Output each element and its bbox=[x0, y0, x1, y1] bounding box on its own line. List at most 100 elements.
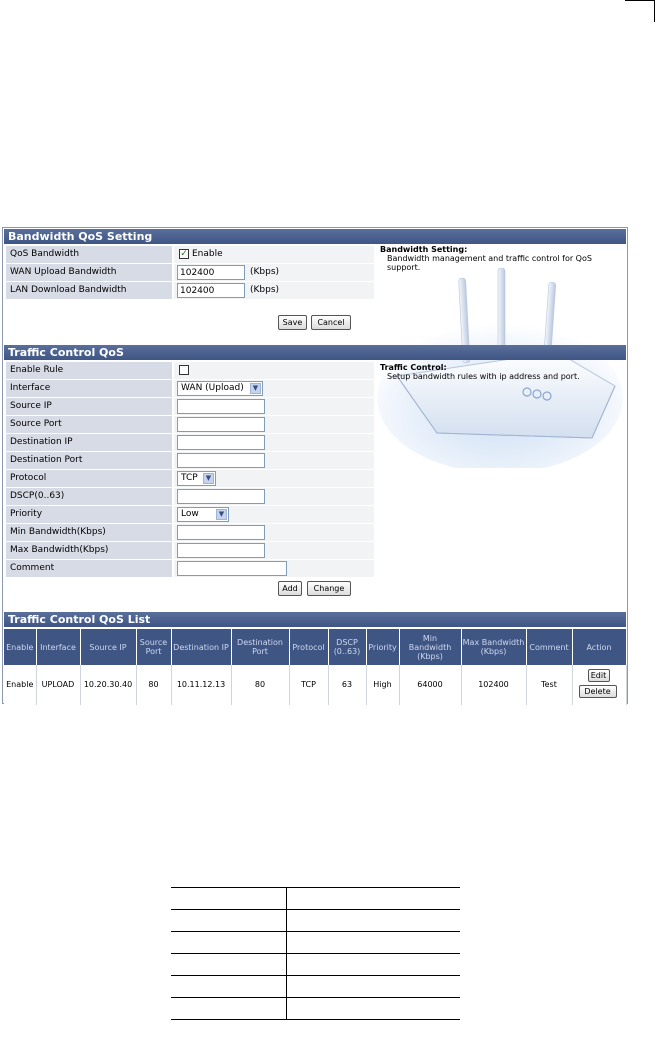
table-cell: 63 bbox=[328, 665, 367, 705]
action-cell: Edit Delete bbox=[572, 665, 627, 705]
interface-value: WAN (Upload) ▼ bbox=[174, 380, 374, 397]
source-ip-value bbox=[174, 398, 374, 415]
add-button[interactable]: Add bbox=[278, 581, 302, 596]
table-row: Enable UPLOAD 10.20.30.40 80 10.11.12.13… bbox=[4, 665, 627, 705]
bandwidth-section-title: Bandwidth QoS Setting bbox=[4, 229, 626, 244]
table-cell bbox=[171, 931, 287, 954]
protocol-row: Protocol TCP ▼ bbox=[6, 470, 374, 487]
table-row bbox=[171, 975, 460, 998]
table-row bbox=[171, 953, 460, 976]
column-header: Action bbox=[572, 629, 627, 665]
enable-rule-label: Enable Rule bbox=[6, 362, 172, 379]
column-header: Enable bbox=[4, 629, 37, 665]
chevron-down-icon: ▼ bbox=[250, 383, 261, 394]
table-row bbox=[171, 887, 460, 910]
lan-download-input[interactable] bbox=[177, 283, 245, 298]
qos-rule-table: Enable Interface Source IP Source Port D… bbox=[4, 629, 627, 705]
destination-ip-input[interactable] bbox=[177, 435, 265, 450]
max-bandwidth-input[interactable] bbox=[177, 543, 265, 558]
traffic-help: Traffic Control: Setup bandwidth rules w… bbox=[380, 363, 620, 381]
lan-unit-label: (Kbps) bbox=[250, 285, 280, 295]
table-cell bbox=[171, 909, 287, 932]
protocol-label: Protocol bbox=[6, 470, 172, 487]
dscp-value bbox=[174, 488, 374, 505]
qos-enable-label: Enable bbox=[192, 249, 223, 259]
lan-download-row: LAN Download Bandwidth (Kbps) bbox=[6, 282, 374, 299]
column-header: Destination Port bbox=[231, 629, 290, 665]
cancel-button[interactable]: Cancel bbox=[311, 315, 351, 330]
table-cell bbox=[171, 953, 287, 976]
traffic-help-text: Setup bandwidth rules with ip address an… bbox=[387, 372, 580, 381]
column-header: Source Port bbox=[136, 629, 172, 665]
lan-download-value: (Kbps) bbox=[174, 282, 374, 299]
column-header: Min Bandwidth (Kbps) bbox=[399, 629, 462, 665]
interface-selected: WAN (Upload) bbox=[181, 383, 244, 393]
interface-select[interactable]: WAN (Upload) ▼ bbox=[177, 381, 263, 396]
source-ip-input[interactable] bbox=[177, 399, 265, 414]
document-table bbox=[171, 887, 460, 1020]
table-cell: 80 bbox=[231, 665, 290, 705]
table-cell: Test bbox=[526, 665, 573, 705]
enable-rule-checkbox[interactable] bbox=[179, 365, 189, 375]
column-header: Interface bbox=[36, 629, 81, 665]
max-bandwidth-value bbox=[174, 542, 374, 559]
min-bandwidth-input[interactable] bbox=[177, 525, 265, 540]
column-header: DSCP (0..63) bbox=[328, 629, 367, 665]
qos-bandwidth-value: ✓ Enable bbox=[174, 246, 374, 263]
page-corner-mark bbox=[625, 0, 655, 22]
priority-value: Low ▼ bbox=[174, 506, 374, 523]
table-row bbox=[171, 931, 460, 954]
destination-port-input[interactable] bbox=[177, 453, 265, 468]
source-ip-label: Source IP bbox=[6, 398, 172, 415]
table-header-row: Enable Interface Source IP Source Port D… bbox=[4, 629, 627, 665]
qos-settings-panel: Bandwidth QoS Setting QoS Bandwidth ✓ En… bbox=[2, 227, 628, 705]
comment-input[interactable] bbox=[177, 561, 287, 576]
table-cell: TCP bbox=[289, 665, 329, 705]
list-section-title: Traffic Control QoS List bbox=[4, 612, 626, 627]
change-button[interactable]: Change bbox=[307, 581, 351, 596]
table-cell: 10.11.12.13 bbox=[171, 665, 232, 705]
qos-bandwidth-row: QoS Bandwidth ✓ Enable bbox=[6, 246, 374, 263]
column-header: Priority bbox=[366, 629, 400, 665]
column-header: Destination IP bbox=[171, 629, 232, 665]
table-cell bbox=[171, 887, 287, 910]
min-bandwidth-label: Min Bandwidth(Kbps) bbox=[6, 524, 172, 541]
destination-port-label: Destination Port bbox=[6, 452, 172, 469]
comment-label: Comment bbox=[6, 560, 172, 577]
enable-rule-value bbox=[174, 362, 374, 379]
table-cell bbox=[286, 997, 460, 1020]
source-port-value bbox=[174, 416, 374, 433]
max-bandwidth-row: Max Bandwidth(Kbps) bbox=[6, 542, 374, 559]
traffic-section-title: Traffic Control QoS bbox=[4, 345, 626, 360]
column-header: Comment bbox=[526, 629, 573, 665]
protocol-selected: TCP bbox=[181, 473, 198, 483]
save-button[interactable]: Save bbox=[278, 315, 307, 330]
priority-row: Priority Low ▼ bbox=[6, 506, 374, 523]
qos-bandwidth-label: QoS Bandwidth bbox=[6, 246, 172, 263]
destination-port-value bbox=[174, 452, 374, 469]
interface-row: Interface WAN (Upload) ▼ bbox=[6, 380, 374, 397]
source-port-input[interactable] bbox=[177, 417, 265, 432]
table-cell: UPLOAD bbox=[36, 665, 81, 705]
table-row bbox=[171, 997, 460, 1020]
table-cell: 10.20.30.40 bbox=[80, 665, 137, 705]
destination-ip-value bbox=[174, 434, 374, 451]
wan-upload-input[interactable] bbox=[177, 265, 245, 280]
delete-button[interactable]: Delete bbox=[578, 685, 617, 698]
source-port-label: Source Port bbox=[6, 416, 172, 433]
table-cell: High bbox=[366, 665, 400, 705]
table-row bbox=[171, 909, 460, 932]
wan-unit-label: (Kbps) bbox=[250, 267, 280, 277]
priority-select[interactable]: Low ▼ bbox=[177, 507, 229, 522]
qos-enable-checkbox[interactable]: ✓ bbox=[179, 249, 189, 259]
dscp-row: DSCP(0..63) bbox=[6, 488, 374, 505]
traffic-help-title: Traffic Control: bbox=[380, 363, 447, 372]
edit-button[interactable]: Edit bbox=[587, 669, 610, 682]
protocol-select[interactable]: TCP ▼ bbox=[177, 471, 216, 486]
interface-label: Interface bbox=[6, 380, 172, 397]
priority-selected: Low bbox=[181, 509, 199, 519]
dscp-input[interactable] bbox=[177, 489, 265, 504]
destination-port-row: Destination Port bbox=[6, 452, 374, 469]
bandwidth-help-title: Bandwidth Setting: bbox=[380, 245, 468, 254]
dscp-label: DSCP(0..63) bbox=[6, 488, 172, 505]
